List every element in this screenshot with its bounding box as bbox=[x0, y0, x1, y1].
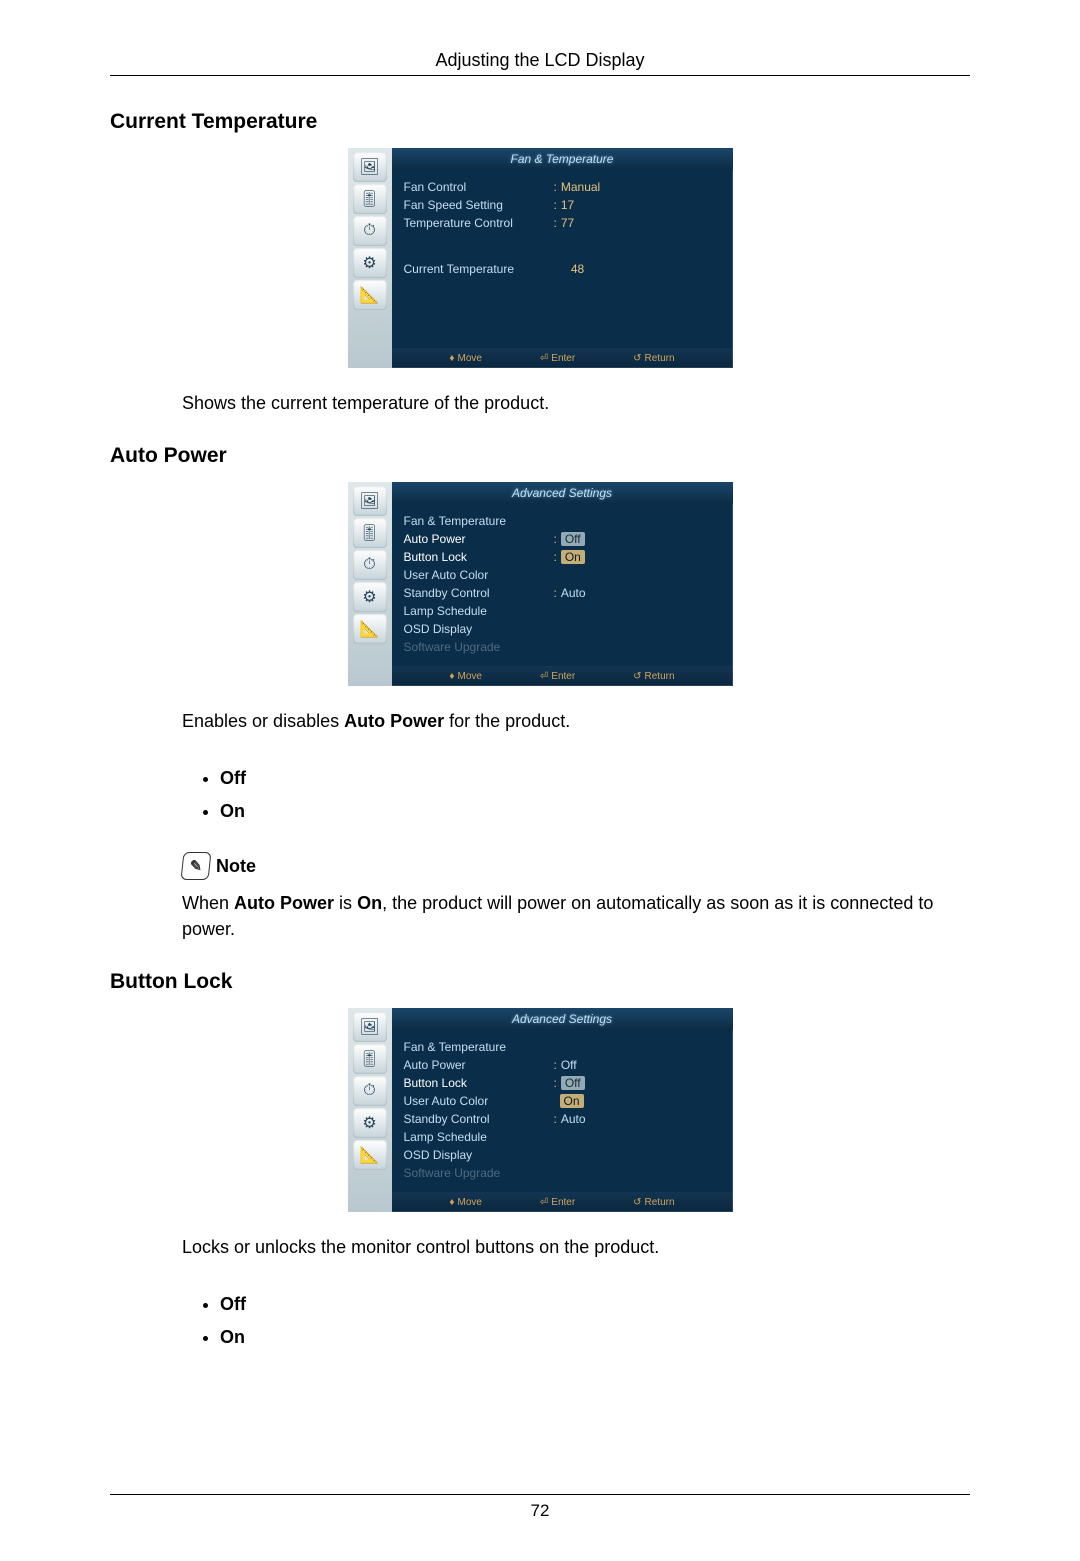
osd-icon-multi: 📐 bbox=[353, 280, 387, 310]
osd-footer: ♦Move ⏎Enter ↺Return bbox=[392, 348, 733, 368]
option-on: On bbox=[220, 795, 970, 828]
heading-button-lock: Button Lock bbox=[110, 970, 970, 994]
osd-row-temp-control: Temperature Control : 77 bbox=[404, 214, 721, 232]
osd-footer: ♦Move ⏎Enter ↺Return bbox=[392, 666, 733, 686]
note-heading: ✎ Note bbox=[182, 852, 970, 880]
desc-button-lock: Locks or unlocks the monitor control but… bbox=[182, 1234, 970, 1260]
osd-icon-setup: ⚙ bbox=[353, 1108, 387, 1138]
osd-screenshot-fan-temp: 🖼 🎚 ⏱ ⚙ 📐 Fan & Temperature Fan Control … bbox=[110, 148, 970, 368]
osd-icon-multi: 📐 bbox=[353, 614, 387, 644]
osd-sidebar: 🖼 🎚 ⏱ ⚙ 📐 bbox=[348, 148, 392, 368]
osd-row: Fan & Temperature bbox=[404, 512, 721, 530]
osd-row: OSD Display bbox=[404, 620, 721, 638]
document-page: Adjusting the LCD Display Current Temper… bbox=[0, 0, 1080, 1561]
osd-row-user-auto-color: User Auto Color On bbox=[404, 1092, 721, 1110]
enter-icon: ⏎ bbox=[540, 1197, 548, 1208]
osd-screenshot-button-lock: 🖼 🎚 ⏱ ⚙ 📐 Advanced Settings Fan & Temper… bbox=[110, 1008, 970, 1212]
enter-icon: ⏎ bbox=[540, 353, 548, 364]
osd-icon-picture: 🖼 bbox=[353, 1012, 387, 1042]
page-footer: 72 bbox=[110, 1494, 970, 1521]
option-off: Off bbox=[220, 762, 970, 795]
osd-row: Software Upgrade bbox=[404, 1164, 721, 1182]
osd-row: User Auto Color bbox=[404, 566, 721, 584]
osd-row-current-temp: Current Temperature 48 bbox=[404, 260, 721, 278]
move-icon: ♦ bbox=[449, 671, 454, 682]
osd-icon-multi: 📐 bbox=[353, 1140, 387, 1170]
osd-row-auto-power: Auto Power: Off bbox=[404, 530, 721, 548]
osd-row-standby: Standby Control: Auto bbox=[404, 1110, 721, 1128]
option-on: On bbox=[220, 1321, 970, 1354]
osd-icon-sound: 🎚 bbox=[353, 518, 387, 548]
osd-row: Fan & Temperature bbox=[404, 1038, 721, 1056]
return-icon: ↺ bbox=[633, 671, 641, 682]
osd-sidebar: 🖼 🎚 ⏱ ⚙ 📐 bbox=[348, 1008, 392, 1212]
osd-row-button-lock: Button Lock: On bbox=[404, 548, 721, 566]
desc-current-temperature: Shows the current temperature of the pro… bbox=[182, 390, 970, 416]
osd-icon-sound: 🎚 bbox=[353, 184, 387, 214]
heading-current-temperature: Current Temperature bbox=[110, 110, 970, 134]
osd-row: Software Upgrade bbox=[404, 638, 721, 656]
osd-icon-picture: 🖼 bbox=[353, 152, 387, 182]
osd-row: Lamp Schedule bbox=[404, 602, 721, 620]
return-icon: ↺ bbox=[633, 1197, 641, 1208]
note-icon: ✎ bbox=[181, 852, 212, 880]
osd-icon-time: ⏱ bbox=[353, 1076, 387, 1106]
option-off: Off bbox=[220, 1288, 970, 1321]
heading-auto-power: Auto Power bbox=[110, 444, 970, 468]
osd-row: Lamp Schedule bbox=[404, 1128, 721, 1146]
osd-footer: ♦Move ⏎Enter ↺Return bbox=[392, 1192, 733, 1212]
page-number: 72 bbox=[531, 1501, 550, 1520]
osd-row: OSD Display bbox=[404, 1146, 721, 1164]
osd-row-auto-power: Auto Power: Off bbox=[404, 1056, 721, 1074]
osd-title: Advanced Settings bbox=[392, 1008, 733, 1030]
note-text: When Auto Power is On, the product will … bbox=[182, 890, 970, 942]
move-icon: ♦ bbox=[449, 1197, 454, 1208]
osd-row-button-lock: Button Lock: Off bbox=[404, 1074, 721, 1092]
move-icon: ♦ bbox=[449, 353, 454, 364]
desc-auto-power: Enables or disables Auto Power for the p… bbox=[182, 708, 970, 734]
osd-title: Advanced Settings bbox=[392, 482, 733, 504]
osd-sidebar: 🖼 🎚 ⏱ ⚙ 📐 bbox=[348, 482, 392, 686]
osd-icon-picture: 🖼 bbox=[353, 486, 387, 516]
page-header: Adjusting the LCD Display bbox=[110, 50, 970, 76]
osd-row-fan-control: Fan Control : Manual bbox=[404, 178, 721, 196]
option-list: Off On bbox=[220, 762, 970, 828]
enter-icon: ⏎ bbox=[540, 671, 548, 682]
osd-screenshot-auto-power: 🖼 🎚 ⏱ ⚙ 📐 Advanced Settings Fan & Temper… bbox=[110, 482, 970, 686]
return-icon: ↺ bbox=[633, 353, 641, 364]
osd-title: Fan & Temperature bbox=[392, 148, 733, 170]
osd-icon-sound: 🎚 bbox=[353, 1044, 387, 1074]
osd-icon-setup: ⚙ bbox=[353, 582, 387, 612]
note-label: Note bbox=[216, 856, 256, 877]
osd-row-fan-speed: Fan Speed Setting : 17 bbox=[404, 196, 721, 214]
osd-icon-setup: ⚙ bbox=[353, 248, 387, 278]
osd-icon-time: ⏱ bbox=[353, 550, 387, 580]
osd-row-standby: Standby Control: Auto bbox=[404, 584, 721, 602]
option-list: Off On bbox=[220, 1288, 970, 1354]
osd-icon-time: ⏱ bbox=[353, 216, 387, 246]
